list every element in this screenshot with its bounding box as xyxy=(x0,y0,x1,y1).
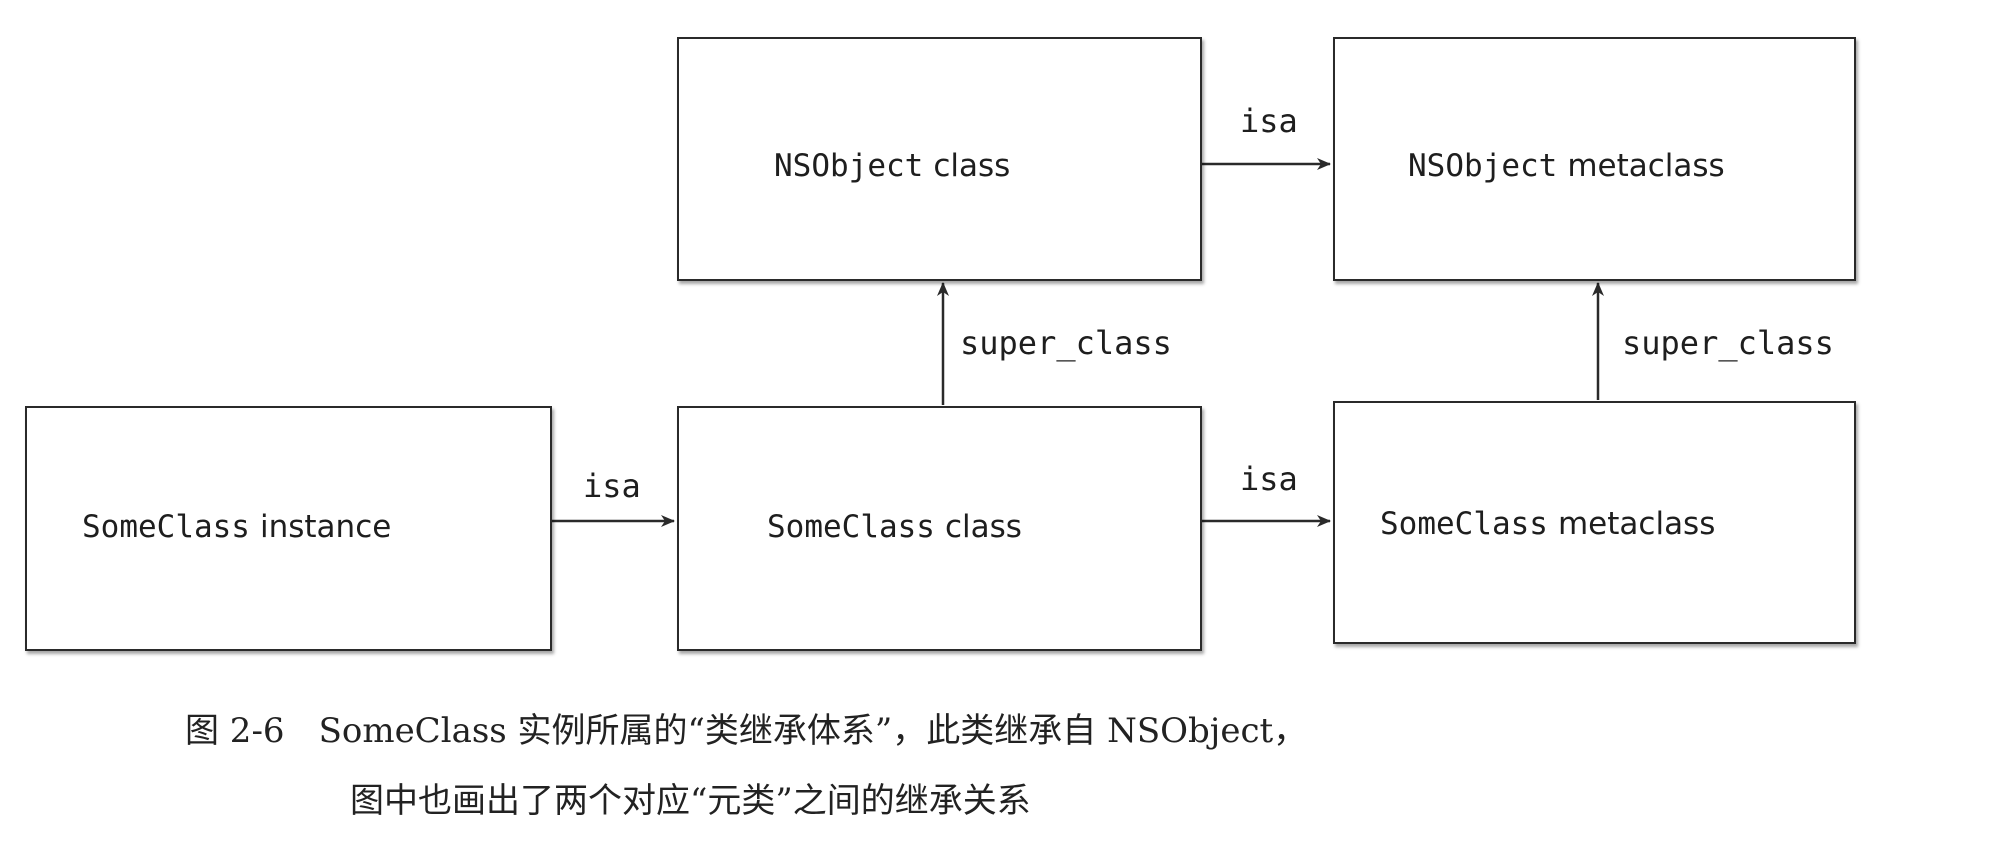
super-class-label-someclass: super_class xyxy=(960,324,1172,362)
someclass-metaclass-name: SomeClass xyxy=(1380,506,1548,542)
someclass-instance-box: SomeClass instance xyxy=(25,406,552,651)
someclass-instance-name: SomeClass xyxy=(82,509,250,545)
figure-caption-text-1: SomeClass 实例所属的“类继承体系”，此类继承自 NSObject， xyxy=(318,711,1308,751)
nsobject-class-box: NSObject class xyxy=(677,37,1202,281)
nsobject-metaclass-kind: metaclass xyxy=(1567,148,1725,184)
figure-caption-text-2: 图中也画出了两个对应“元类”之间的继承关系 xyxy=(350,781,1031,821)
someclass-class-name: SomeClass xyxy=(767,509,935,545)
figure-caption-line-1: 图 2-6 SomeClass 实例所属的“类继承体系”，此类继承自 NSObje… xyxy=(185,711,1307,752)
nsobject-metaclass-name: NSObject xyxy=(1408,148,1558,184)
someclass-metaclass-label: SomeClass metaclass xyxy=(1380,509,1715,540)
someclass-metaclass-kind: metaclass xyxy=(1557,506,1716,542)
nsobject-class-label: NSObject class xyxy=(774,151,1010,182)
nsobject-class-kind: class xyxy=(933,148,1011,184)
isa-label-instance-to-class: isa xyxy=(583,467,641,505)
nsobject-metaclass-label: NSObject metaclass xyxy=(1408,151,1725,182)
isa-label-nsobject-class-to-metaclass: isa xyxy=(1240,102,1298,140)
super-class-label-metaclass: super_class xyxy=(1622,324,1834,362)
someclass-class-box: SomeClass class xyxy=(677,406,1202,651)
isa-label-class-to-metaclass: isa xyxy=(1240,460,1298,498)
figure-caption-line-2: 图中也画出了两个对应“元类”之间的继承关系 xyxy=(350,781,1031,822)
figure-number: 图 2-6 xyxy=(185,711,285,751)
someclass-class-kind: class xyxy=(944,509,1022,545)
someclass-class-label: SomeClass class xyxy=(767,512,1022,543)
nsobject-class-name: NSObject xyxy=(774,148,924,184)
someclass-instance-label: SomeClass instance xyxy=(82,512,391,543)
someclass-instance-kind: instance xyxy=(259,509,392,545)
nsobject-metaclass-box: NSObject metaclass xyxy=(1333,37,1856,281)
someclass-metaclass-box: SomeClass metaclass xyxy=(1333,401,1856,644)
